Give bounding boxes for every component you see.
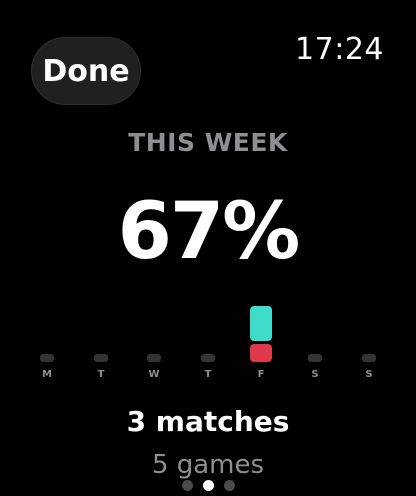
win-percentage: 67% bbox=[117, 187, 301, 277]
matches-count: 3 matches bbox=[126, 405, 290, 438]
page-dot bbox=[223, 480, 235, 491]
day-label: S bbox=[365, 369, 373, 380]
day-bar bbox=[308, 354, 322, 362]
loss-segment bbox=[250, 344, 272, 362]
day-label: F bbox=[257, 369, 265, 380]
clock: 17:24 bbox=[295, 32, 384, 67]
day-label: T bbox=[204, 369, 212, 380]
period-title: THIS WEEK bbox=[128, 128, 288, 157]
day-bar bbox=[201, 354, 215, 362]
empty-bar bbox=[308, 354, 322, 362]
day-label: S bbox=[311, 369, 319, 380]
day-column: T bbox=[91, 296, 111, 388]
day-bar bbox=[147, 354, 161, 362]
day-bar bbox=[40, 354, 54, 362]
day-bar bbox=[362, 354, 376, 362]
day-label: W bbox=[148, 369, 160, 380]
games-count: 5 games bbox=[151, 450, 265, 480]
day-column: M bbox=[37, 296, 57, 388]
page-dot-active bbox=[202, 480, 214, 491]
day-column: F bbox=[250, 296, 272, 388]
empty-bar bbox=[362, 354, 376, 362]
empty-bar bbox=[40, 354, 54, 362]
day-bar bbox=[94, 354, 108, 362]
day-bar bbox=[250, 306, 272, 362]
page-dot bbox=[181, 480, 193, 491]
day-column: T bbox=[198, 296, 218, 388]
win-segment bbox=[250, 306, 272, 341]
day-label: M bbox=[42, 369, 52, 380]
day-column: S bbox=[305, 296, 325, 388]
week-chart: MTWTFSS bbox=[0, 296, 416, 388]
done-button[interactable]: Done bbox=[31, 37, 141, 105]
empty-bar bbox=[94, 354, 108, 362]
day-column: W bbox=[144, 296, 164, 388]
page-indicator bbox=[0, 480, 416, 491]
day-column: S bbox=[359, 296, 379, 388]
empty-bar bbox=[201, 354, 215, 362]
empty-bar bbox=[147, 354, 161, 362]
day-label: T bbox=[97, 369, 105, 380]
